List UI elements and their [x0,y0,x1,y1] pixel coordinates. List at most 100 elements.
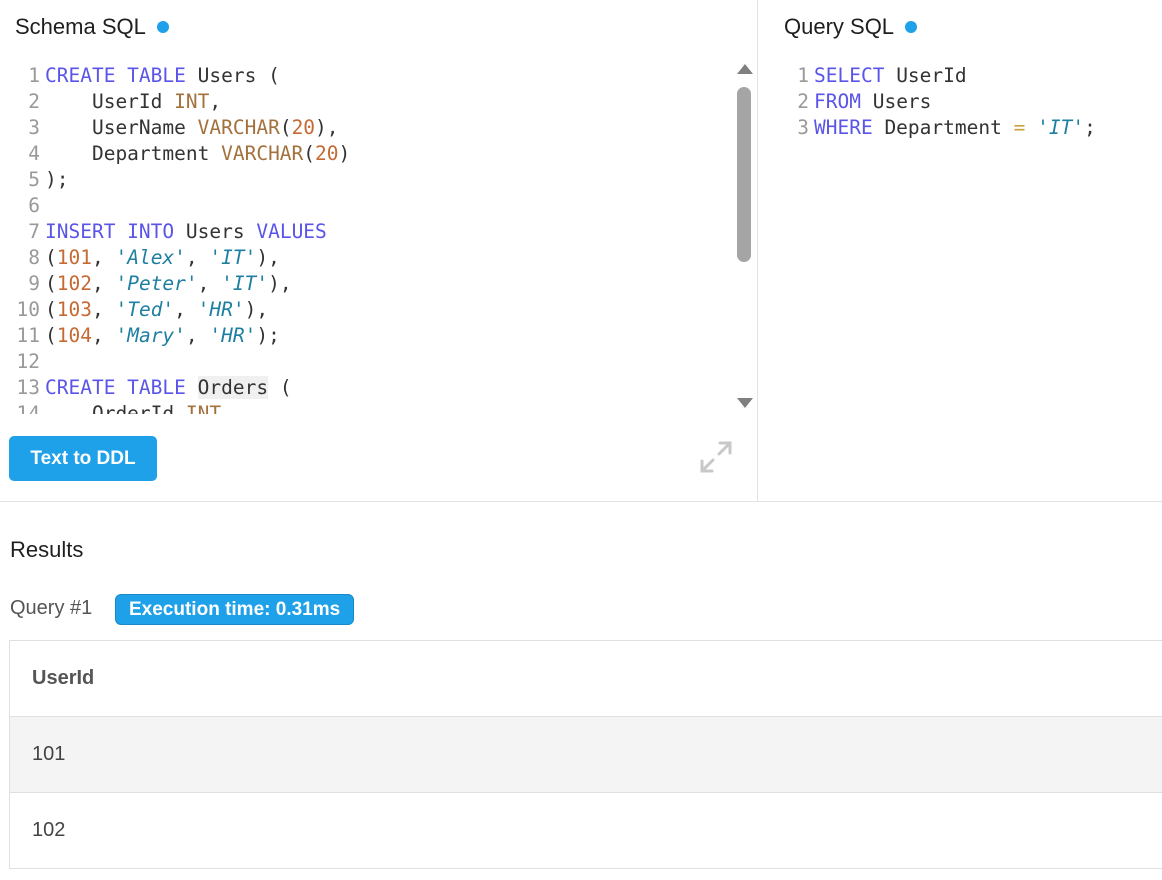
code-token: , [91,272,116,295]
code-token: ), [268,272,292,295]
schema-title-label: Schema SQL [15,14,146,39]
code-token: , [91,246,116,269]
code-line: 5); [4,167,730,193]
code-line: 2 FROM Users [773,89,1153,115]
code-token: ), [256,246,280,269]
line-number: 3 [28,116,40,139]
code-token: Orders [197,376,269,399]
code-token: WHERE [814,116,873,139]
line-number: 11 [16,324,40,347]
scroll-up-arrow-icon[interactable] [737,64,753,74]
code-token: INSERT INTO [45,220,186,243]
code-token: 'IT' [1037,116,1085,139]
code-line: 3 WHERE Department = 'IT'; [773,115,1153,141]
code-token: 'IT' [209,246,257,269]
text-to-ddl-button[interactable]: Text to DDL [9,436,157,481]
code-token: , [185,246,210,269]
code-token: , [185,324,210,347]
code-token: 'Alex' [115,246,186,269]
schema-editor[interactable]: 1 CREATE TABLE Users (2 UserId INT, 3 User… [4,63,730,414]
code-token: 20 [291,116,316,139]
code-line: 1 CREATE TABLE Users ( [4,63,730,89]
code-token: 20 [315,142,339,165]
code-token: Users ( [197,64,280,87]
expand-icon[interactable] [697,438,735,476]
code-token: ); [45,168,69,191]
query-editor[interactable]: 1 SELECT UserId 2 FROM Users 3 WHERE Departme… [773,63,1153,141]
column-header-userid: UserId [9,640,1162,717]
code-token: 'Mary' [115,324,186,347]
results-title: Results [10,537,84,562]
table-header-row: UserId [9,640,1162,717]
schema-scrollbar[interactable] [733,60,755,416]
line-number: 2 [797,90,809,113]
code-token: UserName [45,116,198,139]
line-number: 10 [16,298,40,321]
code-token: CREATE TABLE [45,376,198,399]
code-line: 6 [4,193,730,219]
code-token: ), [244,298,269,321]
code-token: , [174,298,198,321]
code-token: Department [45,142,222,165]
code-token: Department [872,116,1014,139]
line-number: 12 [16,350,40,373]
line-number: 7 [28,220,40,243]
results-table: UserId 101 102 [9,640,1162,869]
line-number: 3 [797,116,809,139]
execution-time-badge: Execution time: 0.31ms [115,594,355,625]
code-token: VARCHAR [197,116,280,139]
line-number: 4 [28,142,40,165]
query-title: Query SQL [784,14,918,40]
code-token: UserId [884,64,967,87]
code-line: 9 (102, 'Peter', 'IT'), [4,271,730,297]
code-token: 101 [56,246,92,269]
code-token: Users [860,90,932,113]
code-token: ( [279,116,292,139]
pane-divider[interactable] [757,0,758,502]
scroll-down-arrow-icon[interactable] [737,398,753,408]
status-dot-icon [905,21,918,33]
schema-title: Schema SQL [15,14,169,40]
line-number: 9 [28,272,40,295]
code-token: ), [315,116,339,139]
code-token: 104 [56,324,92,347]
code-token: OrderId [45,402,186,414]
scrollbar-thumb[interactable] [737,87,751,262]
code-token: ) [338,142,351,165]
code-token: UserId [45,90,175,113]
code-token: , [197,272,222,295]
code-line: 2 UserId INT, [4,89,730,115]
code-token: Users [185,220,257,243]
code-token: ( [45,324,57,347]
code-token: INT [174,90,210,113]
code-line: 12 [4,349,730,375]
code-token: ( [45,298,57,321]
code-line: 3 UserName VARCHAR(20), [4,115,730,141]
code-token: INT [185,402,222,414]
code-line: 8 (101, 'Alex', 'IT'), [4,245,730,271]
line-number: 14 [16,402,40,414]
table-row: 102 [9,792,1162,869]
code-token: VARCHAR [221,142,304,165]
code-token: ( [303,142,316,165]
code-token: ( [45,272,57,295]
code-token: ); [256,324,280,347]
table-row: 101 [9,716,1162,793]
code-token: ; [1084,116,1096,139]
code-token: = [1013,116,1026,139]
code-line: 1 SELECT UserId [773,63,1153,89]
code-token: VALUES [256,220,327,243]
code-token: , [209,90,222,113]
query-title-label: Query SQL [784,14,895,39]
code-token: 103 [56,298,92,321]
query-label: Query #1 [10,597,93,619]
code-token: 102 [56,272,92,295]
status-dot-icon [156,21,169,33]
section-divider [0,501,1162,502]
code-line: 14 OrderId INT [4,401,730,414]
code-token: ( [45,246,57,269]
code-token: 'HR' [209,324,257,347]
code-line: 7 INSERT INTO Users VALUES [4,219,730,245]
line-number: 2 [28,90,40,113]
